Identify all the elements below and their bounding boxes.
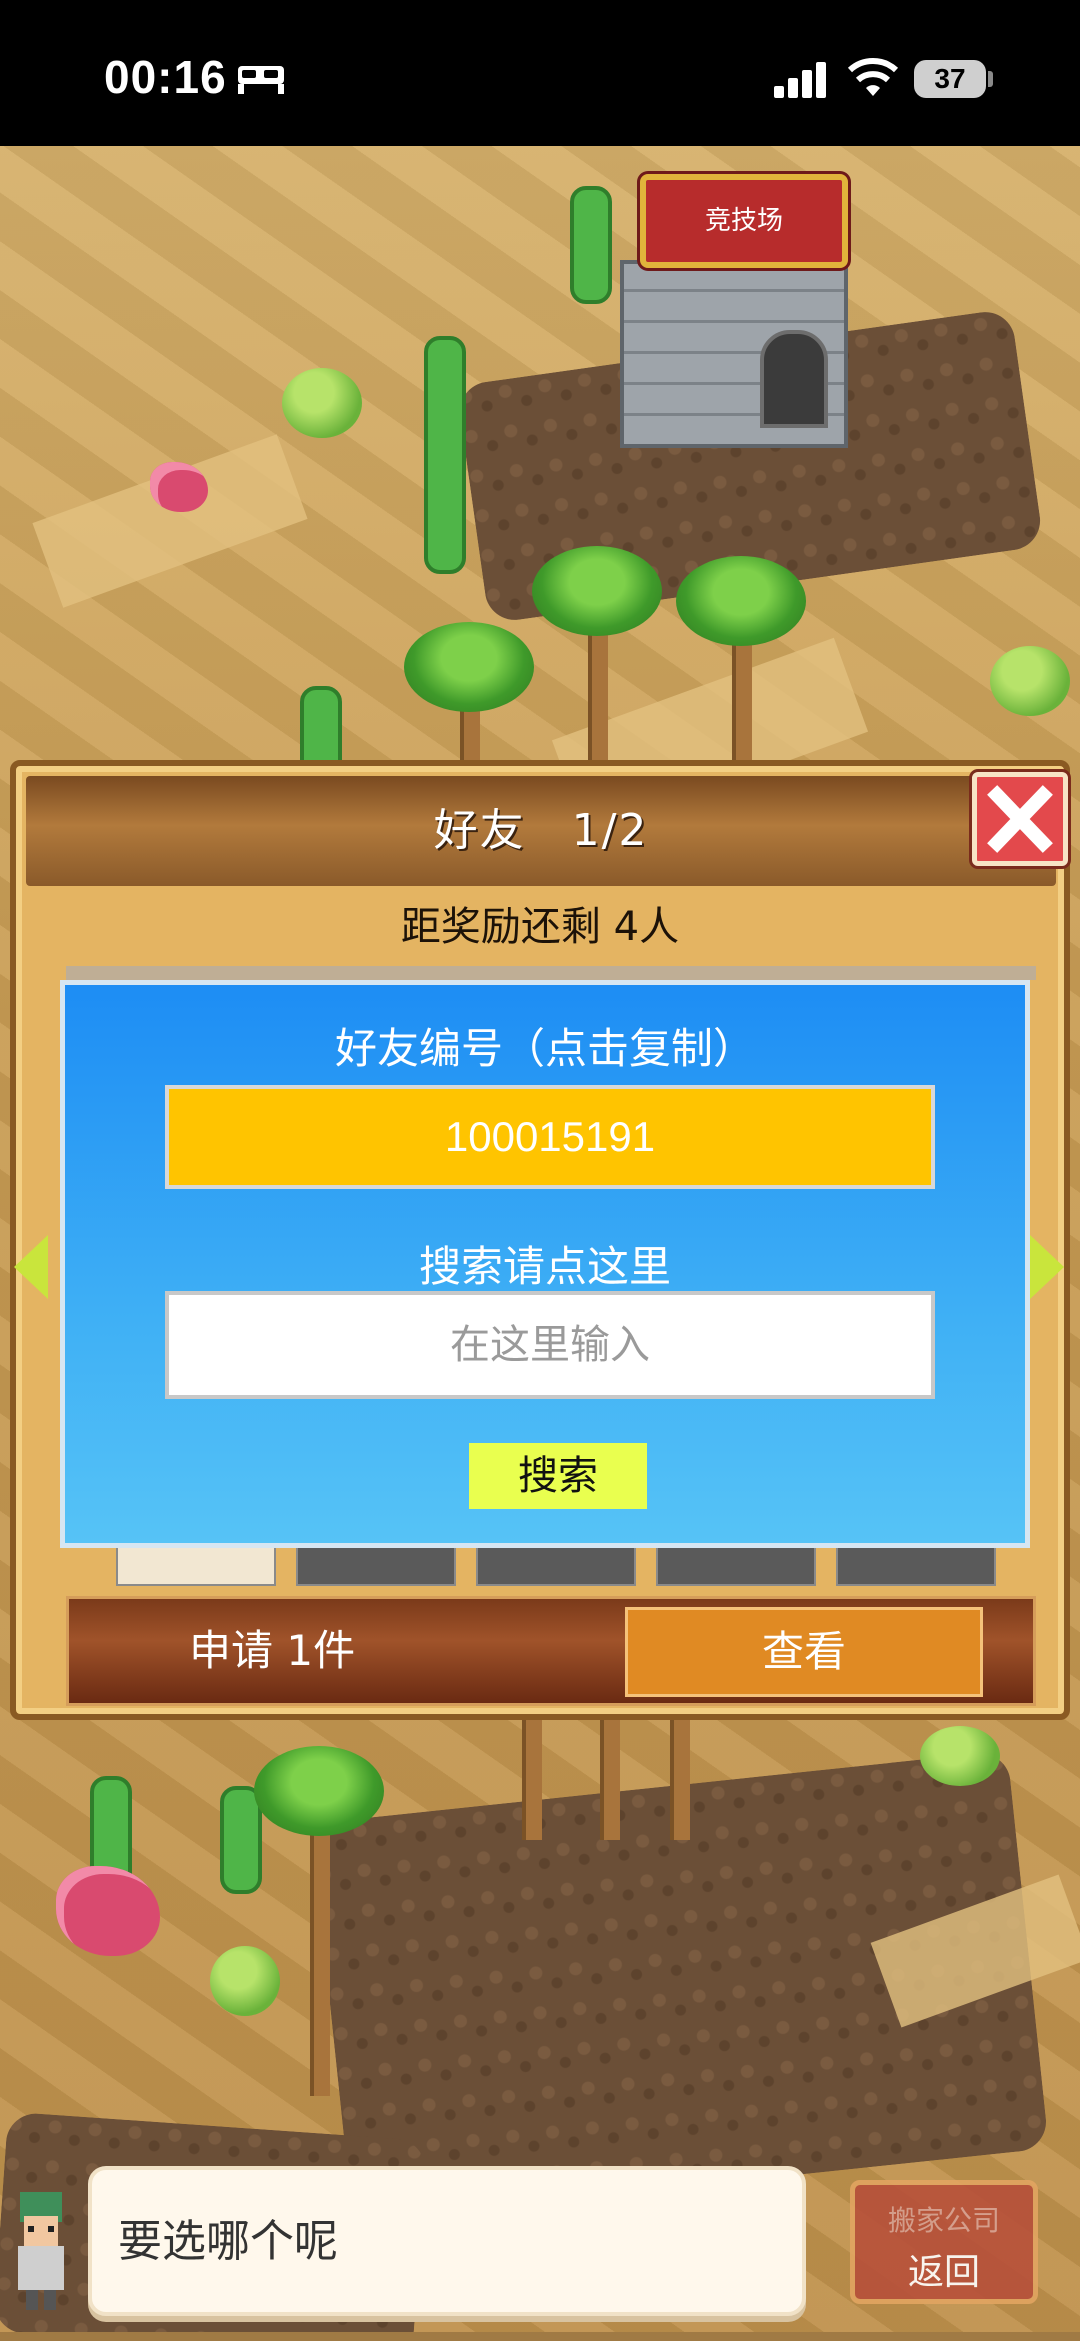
dialog-title: 好友 1/2	[433, 805, 649, 856]
friend-slot[interactable]	[296, 1546, 456, 1586]
bush	[990, 646, 1070, 716]
status-bar: 00:16 37	[0, 0, 1080, 146]
battery-tip	[988, 71, 993, 87]
dialog-header: 好友 1/2	[26, 776, 1056, 886]
palm-trunk	[522, 1720, 542, 1840]
palm-tree	[532, 546, 662, 636]
palm-tree	[254, 1746, 384, 1836]
friend-requests-bar: 申请 1件 查看	[66, 1596, 1036, 1706]
character-avatar	[18, 2192, 64, 2310]
friend-slots-bottom	[66, 1546, 1036, 1586]
wifi-icon	[848, 58, 898, 96]
close-icon	[987, 785, 1053, 853]
arena-gate	[760, 330, 828, 428]
bush	[210, 1946, 280, 2016]
chat-bubble: 要选哪个呢	[88, 2166, 806, 2316]
next-page-arrow-icon[interactable]	[1030, 1235, 1064, 1299]
friend-slot[interactable]	[656, 1546, 816, 1586]
palm-tree	[404, 622, 534, 712]
palm-tree	[676, 556, 806, 646]
back-button-label: 返回	[907, 2252, 980, 2293]
sleep-mode-icon	[238, 66, 284, 94]
friends-dialog: 好友 1/2 距奖励还剩 4人 好友编号（点击复制） 100015191 搜索请…	[10, 760, 1070, 1720]
chat-message: 要选哪个呢	[118, 2216, 338, 2267]
sand-tile	[32, 434, 308, 608]
back-button[interactable]: 搬家公司 返回	[850, 2180, 1038, 2304]
search-label: 搜索请点这里	[418, 1242, 671, 1291]
search-button[interactable]: 搜索	[469, 1443, 647, 1509]
prev-page-arrow-icon[interactable]	[14, 1235, 48, 1299]
status-time: 00:16	[104, 51, 227, 103]
friend-slot[interactable]	[476, 1546, 636, 1586]
bush	[920, 1726, 1000, 1786]
back-button-ghost-label: 搬家公司	[887, 2204, 1000, 2237]
battery-indicator: 37	[914, 60, 986, 98]
friend-slot[interactable]	[116, 1546, 276, 1586]
bush	[282, 368, 362, 438]
reward-remaining-text: 距奖励还剩 4人	[400, 904, 680, 950]
bottom-edge	[0, 2332, 1080, 2341]
cactus	[424, 336, 466, 574]
palm-trunk	[600, 1720, 620, 1840]
signal-icon	[774, 62, 826, 98]
cactus	[570, 186, 612, 304]
palm-trunk	[670, 1720, 690, 1840]
close-button[interactable]	[972, 772, 1068, 866]
view-requests-button[interactable]: 查看	[625, 1607, 983, 1697]
requests-count: 申请 1件	[189, 1626, 356, 1675]
search-input[interactable]: 在这里输入	[165, 1291, 935, 1399]
friend-slot[interactable]	[836, 1546, 996, 1586]
friend-id-label: 好友编号（点击复制）	[334, 1024, 755, 1073]
pink-crystal[interactable]	[56, 1866, 160, 1956]
friend-slots-top	[66, 966, 1036, 980]
friend-search-panel: 好友编号（点击复制） 100015191 搜索请点这里 在这里输入 搜索	[60, 980, 1030, 1548]
arena-sign[interactable]: 竞技场	[640, 174, 848, 268]
friend-id-copy-button[interactable]: 100015191	[165, 1085, 935, 1189]
